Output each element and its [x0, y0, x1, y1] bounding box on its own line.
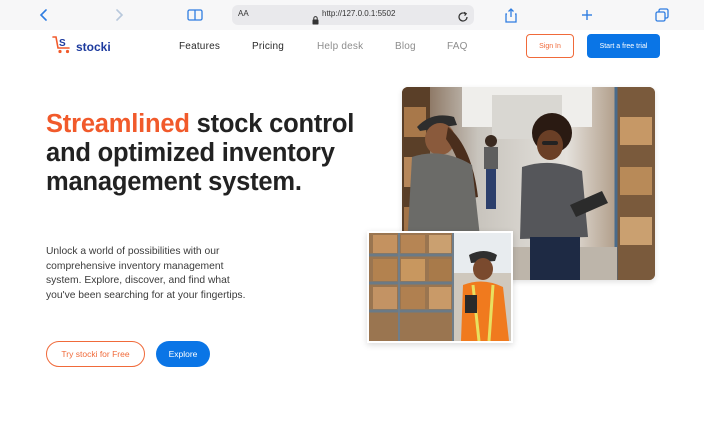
plus-icon[interactable]: [577, 5, 597, 25]
nav-link-faq[interactable]: FAQ: [447, 41, 468, 52]
address-bar[interactable]: AA http://127.0.0.1:5502: [232, 5, 474, 25]
share-icon[interactable]: [501, 5, 521, 25]
cart-logo-icon: S: [52, 35, 74, 59]
nav-link-blog[interactable]: Blog: [395, 41, 416, 52]
logo-text: stocki: [76, 40, 111, 54]
reader-aa-button[interactable]: AA: [238, 9, 249, 18]
logo[interactable]: S stocki: [52, 35, 111, 59]
reload-icon[interactable]: [457, 8, 469, 27]
svg-text:S: S: [59, 38, 66, 49]
nav-link-help-desk[interactable]: Help desk: [317, 41, 363, 52]
hero-title: Streamlined stock control and optimized …: [46, 110, 366, 197]
explore-button[interactable]: Explore: [156, 341, 210, 367]
browser-toolbar: AA http://127.0.0.1:5502: [0, 0, 704, 30]
tabs-icon[interactable]: [652, 5, 672, 25]
start-free-trial-button[interactable]: Start a free trial: [587, 34, 660, 58]
site-nav: S stocki Features Pricing Help desk Blog…: [0, 30, 704, 64]
lock-icon: [312, 10, 319, 29]
hero-title-accent: Streamlined: [46, 110, 190, 138]
nav-link-pricing[interactable]: Pricing: [252, 41, 284, 52]
forward-icon[interactable]: [109, 5, 129, 25]
hero-description: Unlock a world of possibilities with our…: [46, 246, 246, 301]
url-text: http://127.0.0.1:5502: [322, 9, 396, 18]
nav-link-features[interactable]: Features: [179, 41, 220, 52]
worker-with-phone-image: [367, 231, 513, 343]
try-free-button[interactable]: Try stocki for Free: [46, 341, 145, 367]
book-icon[interactable]: [185, 5, 205, 25]
back-icon[interactable]: [34, 5, 54, 25]
sign-in-button[interactable]: Sign In: [526, 34, 574, 58]
